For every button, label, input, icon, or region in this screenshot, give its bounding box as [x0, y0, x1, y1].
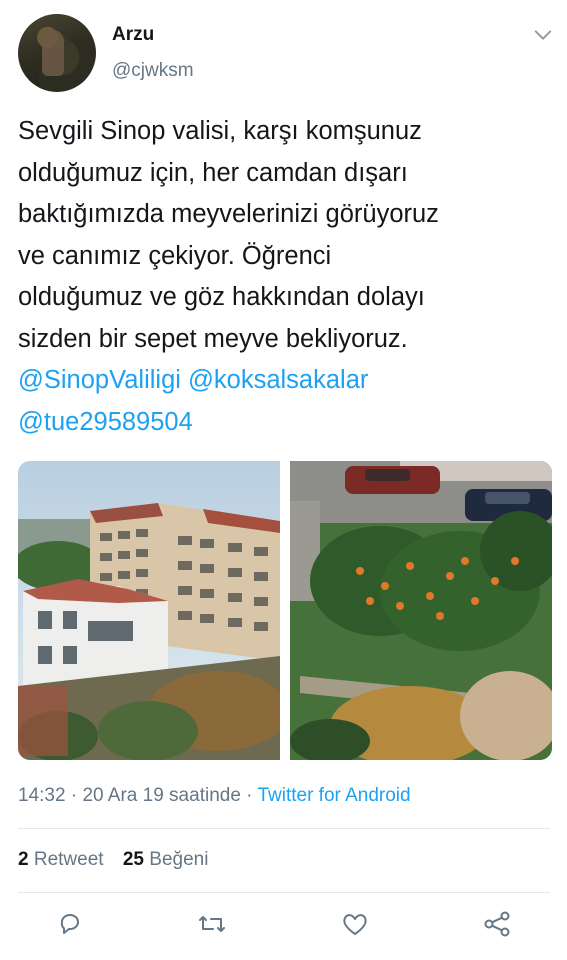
likes-count: 25	[122, 849, 144, 870]
tweet-date[interactable]: 20 Ara 19 saatinde	[82, 785, 240, 806]
heart-icon[interactable]	[339, 908, 371, 940]
mention-tue29589504[interactable]: @tue29589504	[18, 408, 193, 436]
tweet-time: 14:32	[18, 785, 66, 806]
tweet-source-link[interactable]: Twitter for Android	[257, 785, 410, 806]
retweets-stat[interactable]: 2 Retweet	[18, 849, 104, 870]
tweet-actions	[0, 908, 567, 948]
tweet-photo-buildings[interactable]	[18, 461, 280, 760]
tweet-meta: 14:32 · 20 Ara 19 saatinde · Twitter for…	[18, 785, 411, 807]
meta-separator: ·	[240, 785, 258, 806]
meta-separator: ·	[65, 785, 83, 806]
tweet-stats: 2 Retweet 25 Beğeni	[18, 849, 222, 871]
mention-sinopvaliligi[interactable]: @SinopValiligi	[18, 366, 181, 394]
user-name[interactable]: Arzu	[112, 24, 154, 46]
divider	[18, 892, 550, 893]
tweet-header: Arzu @cjwksm	[0, 0, 567, 100]
likes-stat[interactable]: 25 Beğeni	[123, 849, 209, 870]
retweets-count: 2	[18, 849, 29, 870]
retweets-label: Retweet	[33, 849, 104, 870]
share-icon[interactable]	[481, 908, 513, 940]
divider	[18, 828, 550, 829]
retweet-icon[interactable]	[196, 908, 228, 940]
tweet-photo-garden[interactable]	[290, 461, 552, 760]
tweet-body: Sevgili Sinop valisi, karşı komşunuz old…	[18, 117, 439, 353]
tweet-text: Sevgili Sinop valisi, karşı komşunuz old…	[18, 111, 553, 443]
likes-label: Beğeni	[149, 849, 209, 870]
reply-icon[interactable]	[54, 908, 86, 940]
avatar[interactable]	[18, 14, 96, 92]
mention-koksalsakalar[interactable]: @koksalsakalar	[188, 366, 368, 394]
chevron-down-icon[interactable]	[532, 24, 554, 46]
user-handle[interactable]: @cjwksm	[112, 60, 194, 82]
